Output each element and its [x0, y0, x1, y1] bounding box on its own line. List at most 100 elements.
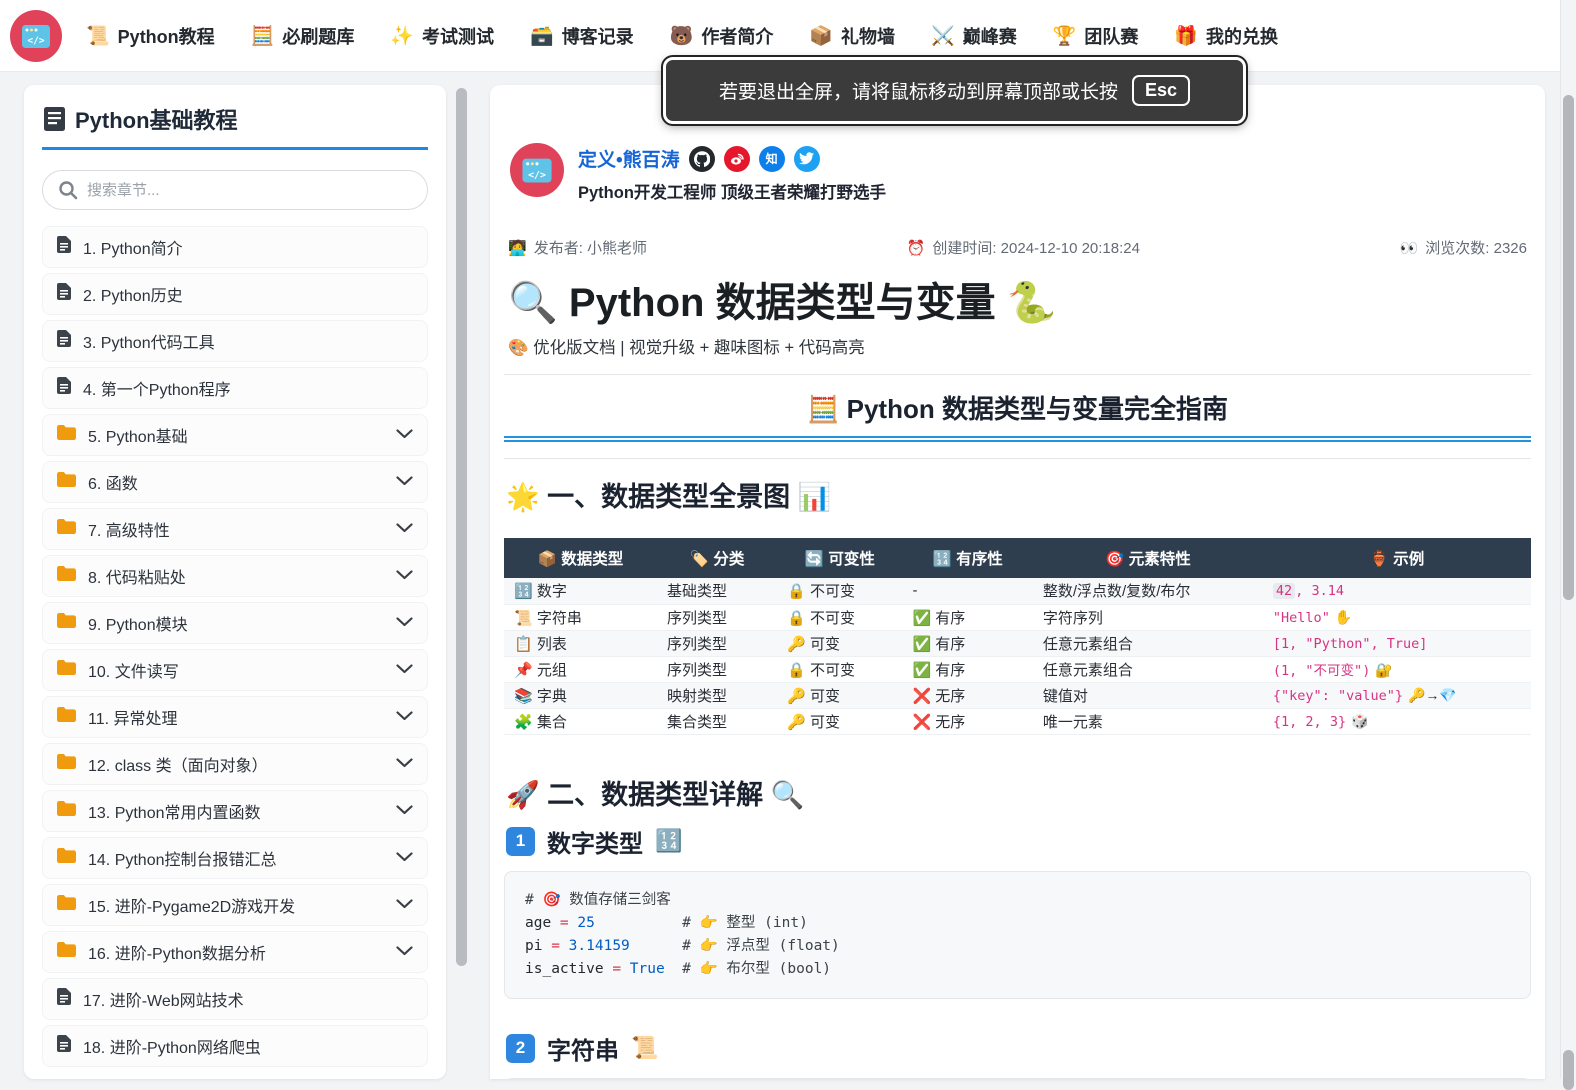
example-token: (1, "不可变") — [1272, 663, 1371, 679]
chapter-item-11[interactable]: 11. 异常处理 — [42, 696, 428, 738]
cell-example: {1, 2, 3} 🎲 — [1262, 708, 1531, 735]
subsection-number-type: 1 数字类型 🔢 — [504, 824, 1531, 859]
column-header: 🔢 有序性 — [902, 538, 1033, 578]
chevron-down-icon[interactable] — [396, 802, 413, 820]
chapter-item-4[interactable]: 4. 第一个Python程序 — [42, 367, 428, 409]
cell-order: ✅ 有序 — [902, 656, 1033, 683]
chapter-item-14[interactable]: 14. Python控制台报错汇总 — [42, 837, 428, 879]
nav-item-label: Python教程 — [117, 26, 215, 47]
author-name-link[interactable]: 定义•熊百涛 — [578, 145, 680, 172]
chapter-item-3[interactable]: 3. Python代码工具 — [42, 320, 428, 362]
eyes-icon: 👀 — [1399, 239, 1419, 257]
chevron-down-icon[interactable] — [396, 708, 413, 726]
cell-mutability: 🔒 不可变 — [777, 604, 903, 631]
nav-item-label: 考试测试 — [422, 26, 495, 47]
nav-item-label: 巅峰赛 — [962, 26, 1017, 47]
nav-item-icon: 🗃️ — [530, 25, 554, 47]
chevron-down-icon[interactable] — [396, 661, 413, 679]
sidebar-title: Python基础教程 — [42, 101, 428, 150]
chapter-list: 1. Python简介 2. Python历史 3. Python代码工具 4. 第一… — [42, 226, 428, 1067]
weibo-icon[interactable] — [723, 145, 750, 172]
cell-example: "Hello" ✋ — [1262, 604, 1531, 631]
chapter-item-1[interactable]: 1. Python简介 — [42, 226, 428, 268]
folder-icon — [57, 942, 76, 962]
nav-item-1[interactable]: 📜 Python教程 — [86, 23, 215, 49]
chevron-down-icon[interactable] — [396, 755, 413, 773]
example-suffix-icon: ✋ — [1334, 608, 1353, 625]
github-icon[interactable] — [688, 145, 715, 172]
page-scrollbar-track[interactable] — [1560, 0, 1576, 1090]
data-types-table: 📦 数据类型 🏷️ 分类 🔄 可变性 🔢 有序性 🎯 元素特性 🏺 示例 🔢 数字 基础类型 🔒… — [504, 538, 1531, 735]
page-scrollbar-thumb[interactable] — [1563, 95, 1574, 600]
chapter-item-15[interactable]: 15. 进阶-Pygame2D游戏开发 — [42, 884, 428, 926]
nav-item-2[interactable]: 🧮 必刷题库 — [251, 23, 355, 49]
cell-type: 🧩 集合 — [504, 708, 658, 735]
search-input[interactable] — [42, 170, 428, 210]
cell-elements: 唯一元素 — [1032, 708, 1263, 735]
cell-mutability: 🔑 可变 — [777, 708, 903, 735]
sidebar-scrollbar-thumb[interactable] — [456, 88, 467, 966]
nav-item-9[interactable]: 🎁 我的兑换 — [1174, 23, 1278, 49]
chevron-down-icon[interactable] — [396, 426, 413, 444]
chapter-item-9[interactable]: 9. Python模块 — [42, 602, 428, 644]
divider — [504, 458, 1531, 459]
nav-item-3[interactable]: ✨ 考试测试 — [390, 23, 494, 49]
chapter-item-13[interactable]: 13. Python常用内置函数 — [42, 790, 428, 832]
table-row: 📋 列表 序列类型 🔑 可变 ✅ 有序 任意元素组合 [1, "Python", True… — [504, 630, 1531, 657]
chevron-down-icon[interactable] — [396, 473, 413, 491]
cell-type: 📌 元组 — [504, 656, 658, 683]
nav-item-5[interactable]: 🐻 作者简介 — [670, 23, 774, 49]
chapter-item-16[interactable]: 16. 进阶-Python数据分析 — [42, 931, 428, 973]
table-header-row: 📦 数据类型 🏷️ 分类 🔄 可变性 🔢 有序性 🎯 元素特性 🏺 示例 — [504, 538, 1531, 578]
site-logo[interactable]: </> — [10, 9, 62, 62]
nav-item-6[interactable]: 📦 礼物墙 — [809, 23, 895, 49]
chapter-item-18[interactable]: 18. 进阶-Python网络爬虫 — [42, 1025, 428, 1067]
column-header: 🔄 可变性 — [777, 538, 903, 578]
chapter-item-8[interactable]: 8. 代码粘贴处 — [42, 555, 428, 597]
article-meta-row: 🧑‍💻 发布者: 小熊老师 ⏰ 创建时间: 2024-12-10 20:18:2… — [504, 237, 1531, 258]
chevron-down-icon[interactable] — [396, 520, 413, 538]
folder-icon — [57, 848, 76, 868]
chapter-item-2[interactable]: 2. Python历史 — [42, 273, 428, 315]
code-token: # 🎯 数值存储三剑客 — [525, 891, 671, 908]
cell-mutability: 🔑 可变 — [777, 630, 903, 657]
chapter-label: 4. 第一个Python程序 — [83, 382, 231, 399]
chapter-label: 3. Python代码工具 — [83, 335, 215, 352]
chevron-down-icon[interactable] — [396, 943, 413, 961]
cell-example: {"key": "value"} 🔑→💎 — [1262, 682, 1531, 709]
column-header: 🏺 示例 — [1262, 538, 1531, 578]
nav-item-icon: 🏆 — [1052, 25, 1077, 47]
chevron-down-icon[interactable] — [396, 567, 413, 585]
chapter-item-6[interactable]: 6. 函数 — [42, 461, 428, 503]
chapter-label: 1. Python简介 — [83, 241, 183, 258]
code-token: # 👉 布尔型 (bool) — [682, 960, 832, 977]
twitter-icon[interactable] — [793, 145, 820, 172]
nav-item-8[interactable]: 🏆 团队赛 — [1053, 23, 1139, 49]
subsection-title: 数字类型 — [547, 830, 643, 858]
chapter-item-7[interactable]: 7. 高级特性 — [42, 508, 428, 550]
zhihu-icon[interactable]: 知 — [758, 145, 785, 172]
chapter-item-12[interactable]: 12. class 类（面向对象） — [42, 743, 428, 785]
code-line: age = 25 # 👉 整型 (int) — [525, 912, 1510, 935]
chevron-down-icon[interactable] — [396, 849, 413, 867]
table-row: 🔢 数字 基础类型 🔒 不可变 - 整数/浮点数/复数/布尔 42, 3.14 — [504, 578, 1531, 605]
example-token: , 3.14 — [1295, 583, 1344, 600]
chapter-label: 6. 函数 — [88, 476, 138, 493]
code-window-icon: </> — [510, 143, 564, 197]
chapter-item-17[interactable]: 17. 进阶-Web网站技术 — [42, 978, 428, 1020]
nav-item-4[interactable]: 🗃️ 博客记录 — [530, 23, 634, 49]
table-row: 📜 字符串 序列类型 🔒 不可变 ✅ 有序 字符序列 "Hello" ✋ — [504, 604, 1531, 631]
file-icon — [57, 330, 71, 352]
author-avatar[interactable]: </> — [510, 143, 564, 197]
sidebar-search — [42, 170, 428, 210]
chapter-item-10[interactable]: 10. 文件读写 — [42, 649, 428, 691]
chevron-down-icon[interactable] — [396, 896, 413, 914]
chapter-item-5[interactable]: 5. Python基础 — [42, 414, 428, 456]
chevron-down-icon[interactable] — [396, 614, 413, 632]
nav-item-icon: ✨ — [390, 25, 415, 47]
nav-item-7[interactable]: ⚔️ 巅峰赛 — [931, 23, 1017, 49]
page-scrollbar-thumb-bottom[interactable] — [1563, 1050, 1574, 1090]
cell-example: [1, "Python", True] — [1262, 630, 1531, 657]
